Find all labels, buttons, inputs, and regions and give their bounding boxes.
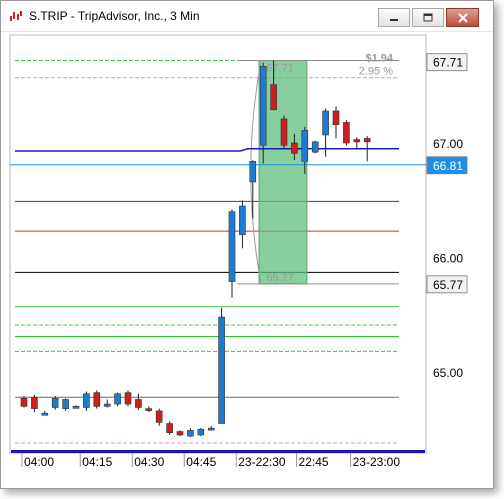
chart-app-icon — [9, 10, 23, 23]
candle-body — [239, 205, 246, 235]
y-tick-label: 65.00 — [433, 366, 463, 380]
x-axis: 04:00 04:15 04:30 04:45 23-22:30 22:45 23-23:0… — [11, 450, 425, 469]
candle-body — [166, 423, 173, 433]
candle-body — [207, 427, 215, 431]
measure-low-label: 65.77 — [266, 272, 294, 284]
x-tick-label: 04:30 — [134, 455, 164, 469]
candle-body — [311, 141, 319, 153]
candle-body — [83, 393, 90, 408]
x-tick-label: 23-22:30 — [238, 455, 286, 469]
measure-change-pct-label: 2.95 % — [359, 66, 393, 78]
candle-body — [291, 142, 298, 154]
low-price-tag: 65.77 — [433, 278, 463, 292]
high-price-tag: 67.71 — [433, 56, 463, 70]
candle-body — [270, 84, 277, 111]
candle-body — [31, 396, 38, 409]
candle-body — [72, 406, 80, 409]
candle-body — [187, 430, 194, 437]
x-tick-label: 22:45 — [299, 455, 329, 469]
x-tick-label: 04:45 — [186, 455, 216, 469]
chart-window: S.TRIP - TripAdvisor, Inc., 3 Min 67.71 6… — [0, 0, 494, 489]
measure-high-label: 67.71 — [266, 63, 294, 75]
candle-body — [145, 408, 153, 411]
plot-area — [9, 34, 427, 454]
candle-body — [62, 399, 69, 409]
candle-body — [155, 410, 163, 423]
x-tick-label: 04:00 — [24, 455, 54, 469]
y-tick-label: 66.00 — [433, 252, 463, 266]
measure-change-label: $1.94 — [365, 53, 393, 65]
candle-body — [301, 130, 309, 162]
y-tick-label: 67.00 — [433, 137, 463, 151]
maximize-button[interactable] — [412, 8, 444, 27]
current-price-tag: 66.81 — [433, 159, 463, 173]
candle-body — [135, 399, 142, 408]
window-title: S.TRIP - TripAdvisor, Inc., 3 Min — [29, 9, 200, 23]
x-tick-label: 04:15 — [82, 455, 112, 469]
y-axis: 67.00 66.00 65.00 67.71 66.81 65.77 — [426, 53, 468, 380]
candle-body — [103, 403, 111, 407]
candle-body — [20, 398, 28, 407]
candle-body — [363, 138, 371, 143]
candle-body — [249, 161, 257, 183]
close-icon — [457, 12, 468, 23]
price-chart[interactable]: 67.7165.77$1.942.95 % 67.0066.0065.0067.… — [1, 32, 493, 488]
candle-body — [343, 122, 350, 144]
candle-body — [51, 398, 59, 408]
title-bar[interactable]: S.TRIP - TripAdvisor, Inc., 3 Min — [1, 1, 493, 32]
close-button[interactable] — [446, 8, 479, 27]
candle-body — [259, 65, 267, 146]
candle-body — [124, 392, 132, 405]
candle-body — [197, 428, 205, 436]
candle-body — [114, 393, 121, 405]
candle-body — [228, 211, 236, 282]
x-tick-label: 23-23:00 — [353, 455, 401, 469]
maximize-icon — [423, 13, 433, 21]
candle-body — [93, 392, 101, 407]
candle-body — [41, 412, 49, 416]
minimize-icon — [390, 18, 398, 21]
candle-body — [322, 110, 329, 136]
candle-body — [218, 316, 225, 424]
candle-body — [332, 110, 340, 125]
timeline-bar — [11, 450, 425, 453]
candle-body — [176, 431, 184, 436]
candle-body — [280, 118, 288, 146]
minimize-button[interactable] — [378, 8, 410, 27]
candle-body — [353, 139, 361, 143]
